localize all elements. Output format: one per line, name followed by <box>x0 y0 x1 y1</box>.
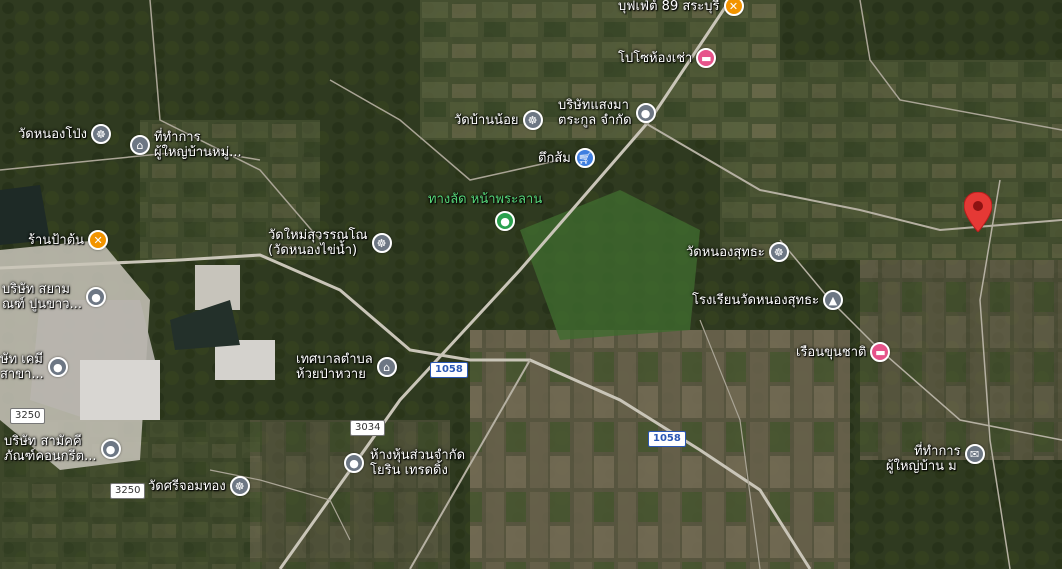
poi-tessaban-line2: ห้วยป่าหวาย <box>296 367 366 382</box>
selected-location-pin-icon[interactable] <box>964 192 992 232</box>
poi-watsrijom[interactable]: วัดศรีจอมทอง ☸ <box>148 476 250 496</box>
poi-chemi-line1: ษัท เคมี <box>0 352 43 367</box>
poi-ranpaton-label: ร้านป้าต้น <box>28 232 85 248</box>
pin-icon: ● <box>47 357 68 377</box>
poi-samakkhi-line2: ภัณฑ์คอนกรีต... <box>4 449 97 464</box>
poi-office1[interactable]: ⌂ ที่ทำการ ผู้ใหญ่บ้านหมู่... <box>130 130 242 160</box>
poi-siam-line1: บริษัท สยาม <box>2 282 70 297</box>
pin-icon: ● <box>344 453 364 473</box>
poi-siam-line2: ณฑ์ ปูนขาว... <box>2 297 83 312</box>
food-icon: ✕ <box>723 0 744 16</box>
poi-tessaban[interactable]: เทศบาลตำบล ห้วยป่าหวาย ⌂ <box>296 352 397 382</box>
poi-watsrijom-label: วัดศรีจอมทอง <box>148 478 226 494</box>
route-shield-1058: 1058 <box>430 362 468 378</box>
temple-icon: ☸ <box>522 110 543 130</box>
poi-popo-label: โปโซห้องเช่า <box>618 50 693 66</box>
cart-icon: 🛒︎ <box>574 148 595 168</box>
mail-icon: ✉ <box>964 444 985 464</box>
poi-office2[interactable]: ที่ทำการ ผู้ใหญ่บ้าน ม ✉ <box>886 444 985 474</box>
government-icon: ⌂ <box>130 135 150 155</box>
poi-watnongsuthra-label: วัดหนองสุทธะ <box>686 244 765 260</box>
poi-watbannoi-label: วัดบ้านน้อย <box>454 112 519 128</box>
poi-samakkhi-line1: บริษัท สามัคคี <box>4 434 82 449</box>
poi-tuksom-label: ตึกส้ม <box>538 150 571 166</box>
poi-school[interactable]: โรงเรียนวัดหนองสุทธะ ▲ <box>692 290 844 310</box>
poi-sangma-line1: บริษัทแสงมา <box>558 98 629 113</box>
poi-siam[interactable]: บริษัท สยาม ณฑ์ ปูนขาว... ● <box>2 282 107 312</box>
poi-watnongpong[interactable]: วัดหนองโป่ง ☸ <box>18 124 111 144</box>
route-shield-3250: 3250 <box>110 483 146 499</box>
poi-ranpaton[interactable]: ร้านป้าต้น ✕ <box>28 230 109 250</box>
poi-tessaban-line1: เทศบาลตำบล <box>296 352 373 367</box>
poi-school-label: โรงเรียนวัดหนองสุทธะ <box>692 292 820 308</box>
poi-samakkhi[interactable]: บริษัท สามัคคี ภัณฑ์คอนกรีต... ● <box>4 434 121 464</box>
poi-sangma[interactable]: บริษัทแสงมา ตระกูล จำกัด ● <box>558 98 656 128</box>
poi-buffet-label: บุฟเฟ่ต์ 89 สระบุรี <box>618 0 720 14</box>
poi-chemi-line2: สาขา... <box>0 367 44 382</box>
temple-icon: ☸ <box>90 124 111 144</box>
poi-popo[interactable]: โปโซห้องเช่า ▬ <box>618 48 717 68</box>
poi-watbannoi[interactable]: วัดบ้านน้อย ☸ <box>454 110 543 130</box>
temple-icon: ☸ <box>371 233 392 253</box>
food-icon: ✕ <box>88 230 109 250</box>
satellite-map[interactable]: บุฟเฟ่ต์ 89 สระบุรี ✕ โปโซห้องเช่า ▬ บริ… <box>0 0 1062 569</box>
pin-icon: ● <box>100 439 121 459</box>
poi-ruenkhun-label: เรือนขุนชาติ <box>796 344 867 360</box>
poi-chemi[interactable]: ษัท เคมี สาขา... ● <box>0 352 68 382</box>
government-icon: ⌂ <box>376 357 397 377</box>
poi-watnongpong-label: วัดหนองโป่ง <box>18 126 87 142</box>
poi-shortcut-label: ทางลัด หน้าพระลาน <box>428 192 543 207</box>
poi-ruenkhun[interactable]: เรือนขุนชาติ ▬ <box>796 342 891 362</box>
poi-watnongsuthra[interactable]: วัดหนองสุทธะ ☸ <box>686 242 789 262</box>
bed-icon: ▬ <box>696 48 717 68</box>
poi-office2-line1: ที่ทำการ <box>914 444 961 459</box>
poi-office2-line2: ผู้ใหญ่บ้าน ม <box>886 459 957 474</box>
pin-icon: ● <box>86 287 107 307</box>
poi-office1-line2: ผู้ใหญ่บ้านหมู่... <box>154 145 242 160</box>
bed-icon: ▬ <box>870 342 891 362</box>
route-shield-1058: 1058 <box>648 431 686 447</box>
poi-yorin-line2: โยริน เทรดดิ้ง <box>370 463 448 478</box>
pin-icon: ● <box>635 103 656 123</box>
poi-shortcut[interactable]: ทางลัด หน้าพระลาน ● <box>428 192 542 231</box>
pin-icon: ● <box>495 211 516 231</box>
poi-office1-line1: ที่ทำการ <box>154 130 201 145</box>
poi-yorin-line1: ห้างหุ้นส่วนจำกัด <box>370 448 466 463</box>
temple-icon: ☸ <box>768 242 789 262</box>
school-icon: ▲ <box>823 290 844 310</box>
poi-buffet[interactable]: บุฟเฟ่ต์ 89 สระบุรี ✕ <box>618 0 744 16</box>
poi-watmai-line2: (วัดหนองไข่น้ำ) <box>268 243 358 258</box>
poi-tuksom[interactable]: ตึกส้ม 🛒︎ <box>538 148 595 168</box>
route-shield-3250: 3250 <box>10 408 46 424</box>
route-shield-3034: 3034 <box>350 420 386 436</box>
poi-yorin[interactable]: ● ห้างหุ้นส่วนจำกัด โยริน เทรดดิ้ง <box>344 448 465 478</box>
poi-sangma-line2: ตระกูล จำกัด <box>558 113 632 128</box>
poi-watmai-line1: วัดใหม่สุวรรณโณ <box>268 228 368 243</box>
temple-icon: ☸ <box>229 476 250 496</box>
poi-watmai[interactable]: วัดใหม่สุวรรณโณ (วัดหนองไข่น้ำ) ☸ <box>268 228 392 258</box>
